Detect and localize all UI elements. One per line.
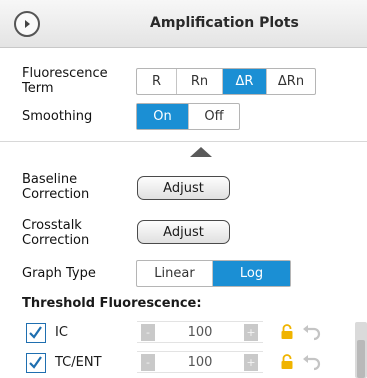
smoothing-toggle: On Off <box>136 103 240 130</box>
vertical-scrollbar[interactable] <box>355 322 367 378</box>
panel-title: Amplification Plots <box>150 15 299 31</box>
crosstalk-adjust-button[interactable]: Adjust <box>137 220 230 244</box>
threshold-fluorescence-title: Threshold Fluorescence: <box>22 296 202 311</box>
fluorescence-term-option-rn[interactable]: Rn <box>177 69 223 94</box>
graph-type-option-linear[interactable]: Linear <box>137 261 213 286</box>
ic-threshold-value[interactable]: 100 <box>160 325 240 340</box>
tc-ent-threshold-value[interactable]: 100 <box>160 355 240 370</box>
ic-label: IC <box>55 325 68 340</box>
fluorescence-term-selector: R Rn ΔR ΔRn <box>136 68 316 95</box>
lock-icon[interactable] <box>280 354 294 370</box>
checkmark-icon <box>29 356 42 369</box>
baseline-correction-label: Baseline Correction <box>22 172 90 202</box>
fluorescence-term-option-delta-rn[interactable]: ΔRn <box>267 69 315 94</box>
crosstalk-correction-label: Crosstalk Correction <box>22 218 90 248</box>
graph-type-toggle: Linear Log <box>136 260 291 287</box>
smoothing-option-on[interactable]: On <box>137 104 189 129</box>
lock-icon[interactable] <box>280 324 294 340</box>
undo-icon[interactable] <box>302 353 322 371</box>
graph-type-label: Graph Type <box>22 266 96 281</box>
panel-header: Amplification Plots <box>0 0 367 48</box>
fluorescence-term-option-delta-r[interactable]: ΔR <box>223 69 267 94</box>
scrollbar-thumb[interactable] <box>357 340 365 378</box>
expand-arrow-icon[interactable] <box>14 11 40 37</box>
smoothing-label: Smoothing <box>22 109 93 124</box>
graph-type-option-log[interactable]: Log <box>213 261 290 286</box>
fluorescence-term-label: Fluorescence Term <box>22 66 108 96</box>
fluorescence-term-option-r[interactable]: R <box>137 69 177 94</box>
ic-decrement-button[interactable]: - <box>141 324 155 341</box>
baseline-adjust-button[interactable]: Adjust <box>137 176 230 200</box>
tc-ent-increment-button[interactable]: + <box>244 354 258 371</box>
checkmark-icon <box>29 326 42 339</box>
collapse-triangle-icon[interactable] <box>190 147 212 157</box>
tc-ent-label: TC/ENT <box>55 355 102 370</box>
undo-icon[interactable] <box>302 323 322 341</box>
section-divider <box>0 141 367 142</box>
smoothing-option-off[interactable]: Off <box>189 104 239 129</box>
tc-ent-checkbox[interactable] <box>26 353 46 373</box>
ic-checkbox[interactable] <box>26 323 46 343</box>
ic-increment-button[interactable]: + <box>244 324 258 341</box>
tc-ent-decrement-button[interactable]: - <box>141 354 155 371</box>
